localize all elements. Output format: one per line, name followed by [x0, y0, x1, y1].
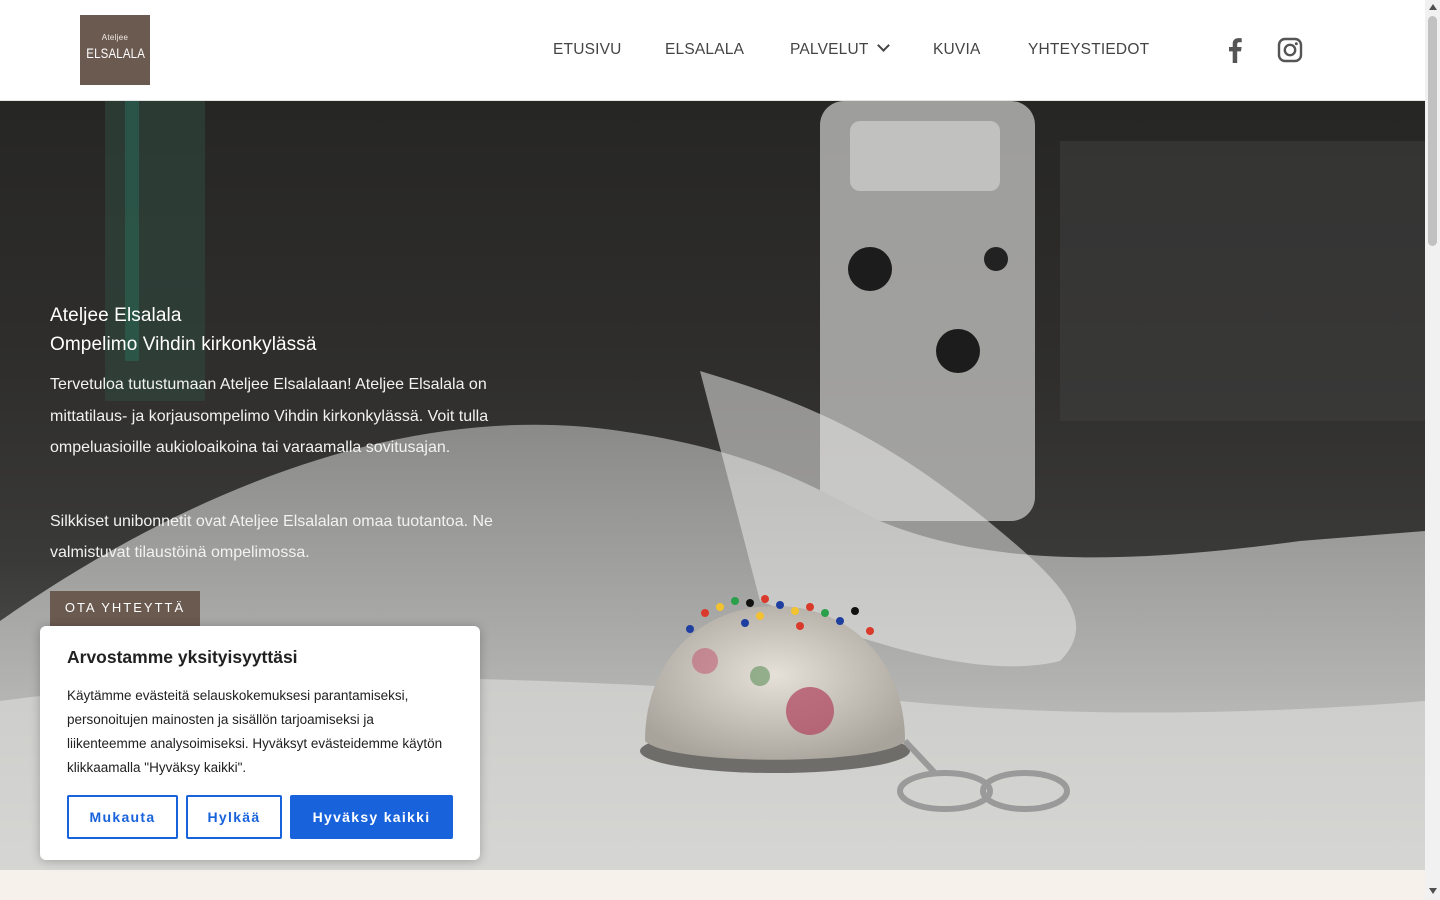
- cookie-text: Käytämme evästeitä selauskokemuksesi par…: [67, 688, 443, 775]
- chevron-down-icon: [876, 39, 890, 52]
- scroll-down-icon[interactable]: [1429, 888, 1437, 894]
- hero-content: Ateljee Elsalala Ompelimo Vihdin kirkonk…: [50, 301, 530, 569]
- hero-paragraph-1: Tervetuloa tutustumaan Ateljee Elsalalaa…: [50, 376, 489, 456]
- hero-title: Ateljee Elsalala Ompelimo Vihdin kirkonk…: [50, 301, 530, 359]
- nav-item-kuvia[interactable]: KUVIA: [933, 41, 981, 59]
- nav-item-elsalala[interactable]: ELSALALA: [665, 41, 744, 59]
- cookie-customize-button[interactable]: Mukauta: [67, 795, 178, 839]
- cookie-accept-all-button[interactable]: Hyväksy kaikki: [290, 795, 453, 839]
- nav-item-yhteystiedot[interactable]: YHTEYSTIEDOT: [1028, 41, 1149, 59]
- site-header: Ateljee ELSALALA ETUSIVU ELSALALA PALVEL…: [0, 0, 1425, 101]
- facebook-icon[interactable]: [1220, 35, 1250, 65]
- logo-small-text: Ateljee: [101, 33, 129, 42]
- nav-item-palvelut-label: PALVELUT: [790, 41, 869, 58]
- cookie-title: Arvostamme yksityisyyttäsi: [67, 647, 298, 667]
- nav-item-palvelut[interactable]: PALVELUT: [790, 39, 890, 59]
- instagram-icon[interactable]: [1275, 35, 1305, 65]
- logo-big-text: ELSALALA: [86, 45, 146, 61]
- cookie-consent-dialog: Arvostamme yksityisyyttäsi Käytämme eväs…: [40, 626, 480, 860]
- scroll-up-icon[interactable]: [1429, 4, 1437, 10]
- hero-title-line1: Ateljee Elsalala: [50, 305, 182, 326]
- hero-title-line2: Ompelimo Vihdin kirkonkylässä: [50, 334, 317, 355]
- cookie-reject-button[interactable]: Hylkää: [186, 795, 282, 839]
- scrollbar-thumb[interactable]: [1428, 16, 1437, 246]
- nav-item-etusivu[interactable]: ETUSIVU: [553, 41, 622, 59]
- page-scrollbar[interactable]: [1425, 0, 1440, 900]
- site-logo[interactable]: Ateljee ELSALALA: [80, 15, 150, 85]
- hero-paragraph-2: Silkkiset unibonnetit ovat Ateljee Elsal…: [50, 512, 493, 562]
- next-section-strip: [0, 870, 1425, 900]
- contact-button[interactable]: OTA YHTEYTTÄ: [50, 591, 200, 627]
